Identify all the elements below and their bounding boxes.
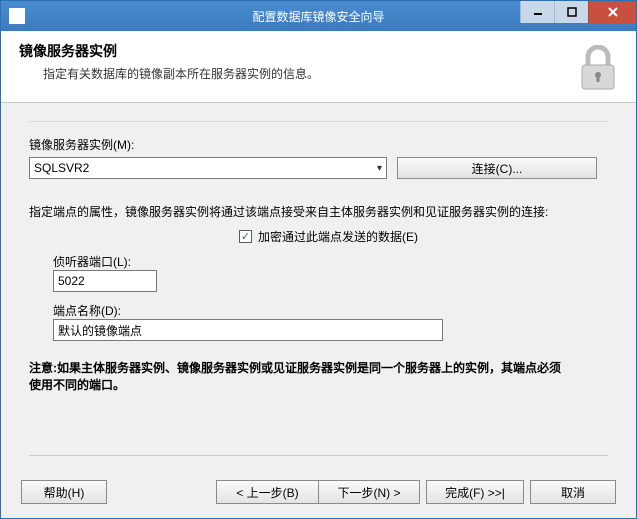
minimize-button[interactable] xyxy=(520,1,554,23)
cancel-button[interactable]: 取消 xyxy=(530,480,616,504)
endpoint-name-label: 端点名称(D): xyxy=(53,302,608,319)
finish-button[interactable]: 完成(F) >>| xyxy=(426,480,524,504)
note-prefix: 注意: xyxy=(29,361,57,375)
title-bar[interactable]: 配置数据库镜像安全向导 xyxy=(1,1,636,31)
instance-combobox[interactable]: SQLSVR2 ▾ xyxy=(29,157,387,179)
connect-button[interactable]: 连接(C)... xyxy=(397,157,597,179)
instance-label: 镜像服务器实例(M): xyxy=(29,136,608,153)
page-subtitle: 指定有关数据库的镜像副本所在服务器实例的信息。 xyxy=(19,65,620,82)
endpoint-intro: 指定端点的属性，镜像服务器实例将通过该端点接受来自主体服务器实例和见证服务器实例… xyxy=(29,203,608,220)
wizard-header: 镜像服务器实例 指定有关数据库的镜像副本所在服务器实例的信息。 xyxy=(1,31,636,103)
port-label: 侦听器端口(L): xyxy=(53,253,608,270)
window-title: 配置数据库镜像安全向导 xyxy=(252,8,384,25)
close-button[interactable] xyxy=(588,1,636,23)
encrypt-label: 加密通过此端点发送的数据(E) xyxy=(258,228,418,245)
lock-icon xyxy=(576,45,620,96)
instance-value: SQLSVR2 xyxy=(34,161,89,175)
next-button[interactable]: 下一步(N) > xyxy=(318,480,420,504)
endpoint-name-input[interactable] xyxy=(53,319,443,341)
wizard-window: 配置数据库镜像安全向导 镜像服务器实例 指定有关数据库的镜像副本所在服务器实例的… xyxy=(0,0,637,519)
port-input[interactable] xyxy=(53,270,157,292)
app-icon xyxy=(9,8,25,24)
help-button[interactable]: 帮助(H) xyxy=(21,480,107,504)
back-button[interactable]: < 上一步(B) xyxy=(216,480,318,504)
wizard-footer: 帮助(H) < 上一步(B) 下一步(N) > 完成(F) >>| 取消 xyxy=(1,466,636,518)
maximize-button[interactable] xyxy=(554,1,588,23)
divider xyxy=(29,455,608,456)
page-title: 镜像服务器实例 xyxy=(19,41,620,61)
window-controls xyxy=(520,1,636,23)
note-body: 如果主体服务器实例、镜像服务器实例或见证服务器实例是同一个服务器上的实例，其端点… xyxy=(29,361,561,392)
note-text: 注意:如果主体服务器实例、镜像服务器实例或见证服务器实例是同一个服务器上的实例，… xyxy=(29,359,569,393)
wizard-body: 镜像服务器实例(M): SQLSVR2 ▾ 连接(C)... 指定端点的属性，镜… xyxy=(1,103,636,466)
encrypt-checkbox[interactable]: ✓ xyxy=(239,230,252,243)
chevron-down-icon: ▾ xyxy=(377,163,382,174)
